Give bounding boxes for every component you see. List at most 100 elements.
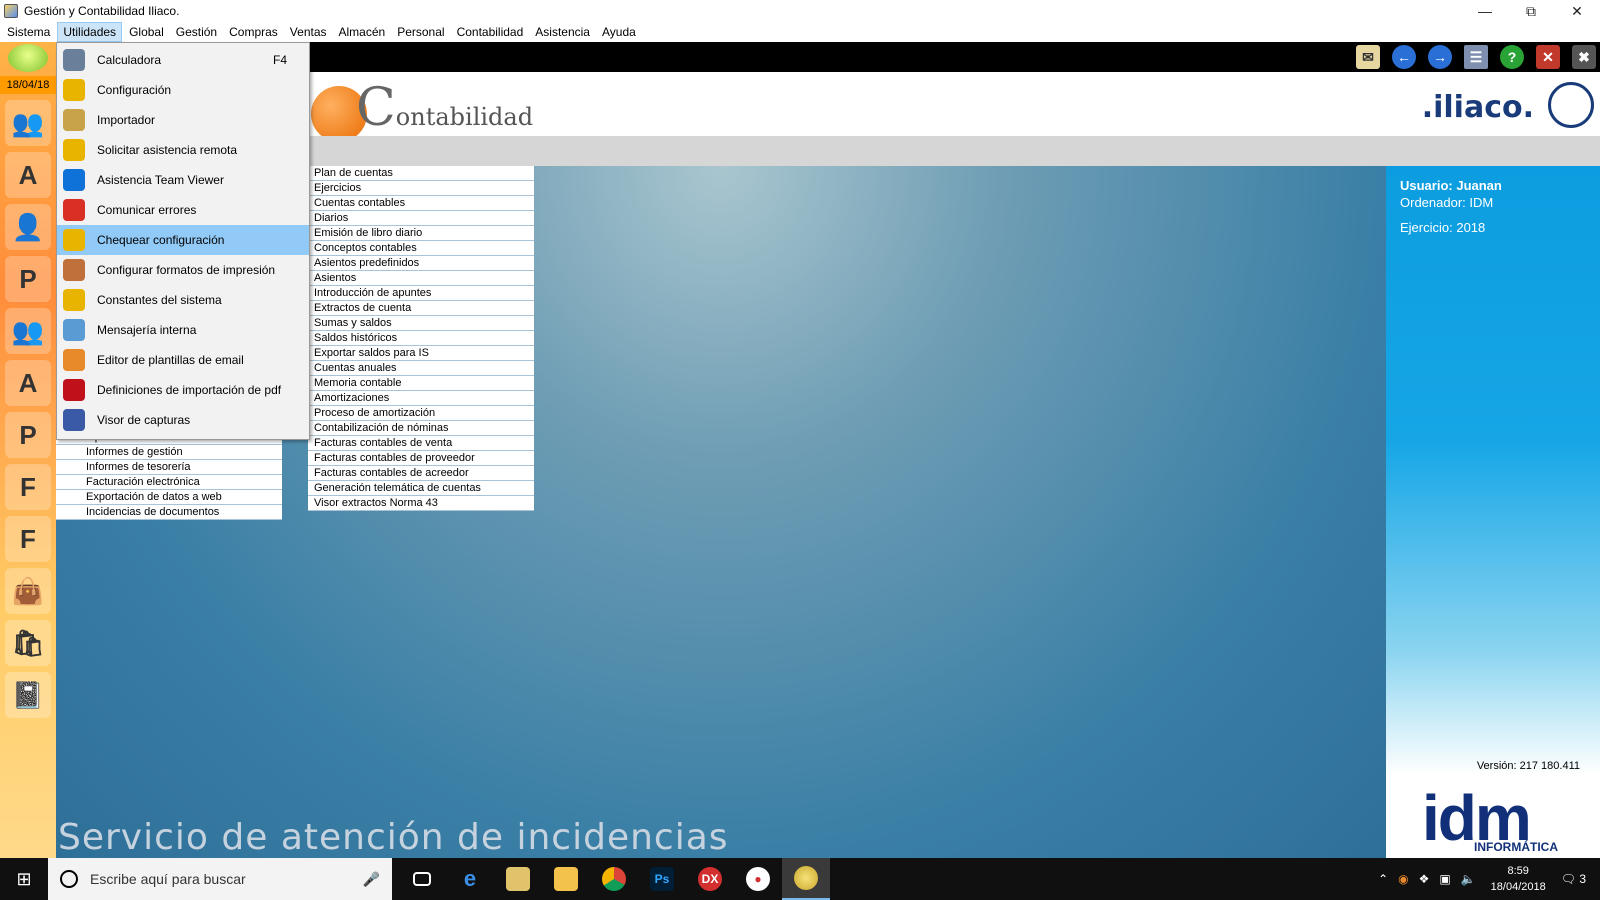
show-hidden-icon[interactable]: ⌃ (1378, 872, 1388, 886)
dropdown-item[interactable]: Mensajería interna (57, 315, 309, 345)
exit-icon[interactable]: ✖ (1572, 45, 1596, 69)
contacts-icon[interactable]: 👥 (5, 308, 51, 354)
dropdown-item[interactable]: Configurar formatos de impresión (57, 255, 309, 285)
taskbar-clock[interactable]: 8:59 18/04/2018 (1491, 863, 1546, 895)
iliaco-app-icon[interactable] (782, 858, 830, 900)
list-item[interactable]: Generación telemática de cuentas (308, 481, 534, 496)
list-item[interactable]: Proceso de amortización (308, 406, 534, 421)
list-item[interactable]: Facturas contables de venta (308, 436, 534, 451)
list-item[interactable]: Exportación de datos a web (56, 490, 282, 505)
list-item[interactable]: Ejercicios (308, 181, 534, 196)
list-item[interactable]: Facturación electrónica (56, 475, 282, 490)
dropdown-item[interactable]: Editor de plantillas de email (57, 345, 309, 375)
task-view-icon[interactable] (398, 858, 446, 900)
restore-button[interactable]: ⧉ (1508, 0, 1554, 22)
provider-icon[interactable]: P (5, 256, 51, 302)
list-item[interactable]: Cuentas anuales (308, 361, 534, 376)
list-item[interactable]: Memoria contable (308, 376, 534, 391)
invoice-icon[interactable]: F (5, 464, 51, 510)
menu-item-ayuda[interactable]: Ayuda (597, 23, 641, 41)
network-icon[interactable]: ▣ (1439, 872, 1450, 886)
list-item[interactable]: Informes de gestión (56, 445, 282, 460)
list-item[interactable]: Incidencias de documentos (56, 505, 282, 520)
edge-icon[interactable]: e (446, 858, 494, 900)
menu-item-utilidades[interactable]: Utilidades (57, 22, 123, 42)
list-item[interactable]: Facturas contables de acreedor (308, 466, 534, 481)
agent-icon[interactable]: A (5, 360, 51, 406)
articles-icon[interactable]: A (5, 152, 51, 198)
notifications-icon[interactable]: 🗨 3 (1561, 872, 1586, 886)
list-item[interactable]: Asientos (308, 271, 534, 286)
photoshop-icon[interactable]: Ps (638, 858, 686, 900)
notification-count: 3 (1579, 872, 1586, 886)
list-item[interactable]: Sumas y saldos (308, 316, 534, 331)
mail-icon (63, 319, 85, 341)
list-item[interactable]: Amortizaciones (308, 391, 534, 406)
notebook-icon[interactable]: 📓 (5, 672, 51, 718)
list-item[interactable]: Saldos históricos (308, 331, 534, 346)
record-app-icon[interactable]: ● (734, 858, 782, 900)
close-button[interactable]: ✕ (1554, 0, 1600, 22)
dropdown-item[interactable]: Calculadora F4 (57, 45, 309, 75)
forward-arrow-icon[interactable]: → (1428, 45, 1452, 69)
list-item[interactable]: Emisión de libro diario (308, 226, 534, 241)
list-item[interactable]: Conceptos contables (308, 241, 534, 256)
list-item[interactable]: Plan de cuentas (308, 166, 534, 181)
list-item[interactable]: Asientos predefinidos (308, 256, 534, 271)
dropdown-item[interactable]: Definiciones de importación de pdf (57, 375, 309, 405)
bag-icon[interactable]: 👜 (5, 568, 51, 614)
menu-item-gestion[interactable]: Gestión (171, 23, 222, 41)
menu-item-ventas[interactable]: Ventas (285, 23, 332, 41)
dropdown-item[interactable]: Constantes del sistema (57, 285, 309, 315)
menu-item-almacen[interactable]: Almacén (334, 23, 391, 41)
cortana-icon (60, 870, 78, 888)
list-item[interactable]: Informes de tesorería (56, 460, 282, 475)
mail-icon[interactable]: ✉ (1356, 45, 1380, 69)
dropdown-item[interactable]: Configuración (57, 75, 309, 105)
menu-item-asistencia[interactable]: Asistencia (530, 23, 595, 41)
list-item[interactable]: Introducción de apuntes (308, 286, 534, 301)
dropdown-item[interactable]: Asistencia Team Viewer (57, 165, 309, 195)
menu-list-icon[interactable]: ☰ (1464, 45, 1488, 69)
headset-icon[interactable]: ◉ (1398, 872, 1408, 886)
microphone-icon[interactable]: 🎤 (363, 871, 380, 888)
chrome-icon[interactable] (590, 858, 638, 900)
taskbar: ⊞ Escribe aquí para buscar 🎤 e Ps DX ● ⌃… (0, 858, 1600, 900)
menu-item-personal[interactable]: Personal (392, 23, 449, 41)
list-item[interactable]: Diarios (308, 211, 534, 226)
dropbox-icon[interactable]: ❖ (1419, 872, 1430, 886)
close-window-icon[interactable]: ✕ (1536, 45, 1560, 69)
menu-item-sistema[interactable]: Sistema (2, 23, 55, 41)
idm-logo-sub: INFORMÁTICA (1474, 840, 1558, 854)
list-item[interactable]: Visor extractos Norma 43 (308, 496, 534, 511)
home-orb-icon[interactable] (8, 44, 48, 72)
file-explorer-icon[interactable] (542, 858, 590, 900)
minimize-button[interactable]: — (1462, 0, 1508, 22)
menu-item-compras[interactable]: Compras (224, 23, 283, 41)
invoice-client-icon[interactable]: F (5, 516, 51, 562)
mail-app-icon[interactable] (494, 858, 542, 900)
list-item[interactable]: Facturas contables de proveedor (308, 451, 534, 466)
dx-icon[interactable]: DX (686, 858, 734, 900)
menu-item-global[interactable]: Global (124, 23, 169, 41)
shopping-bag-icon[interactable]: 🛍 (5, 620, 51, 666)
dropdown-item[interactable]: Visor de capturas (57, 405, 309, 435)
back-arrow-icon[interactable]: ← (1392, 45, 1416, 69)
dropdown-item[interactable]: Chequear configuración (57, 225, 309, 255)
list-item[interactable]: Cuentas contables (308, 196, 534, 211)
list-item[interactable]: Contabilización de nóminas (308, 421, 534, 436)
windows-start-icon[interactable]: ⊞ (0, 858, 48, 900)
constants-icon (63, 289, 85, 311)
dropdown-item[interactable]: Comunicar errores (57, 195, 309, 225)
taskbar-search[interactable]: Escribe aquí para buscar 🎤 (48, 858, 392, 900)
dropdown-item[interactable]: Solicitar asistencia remota (57, 135, 309, 165)
list-item[interactable]: Exportar saldos para IS (308, 346, 534, 361)
volume-icon[interactable]: 🔈 (1461, 872, 1476, 886)
order-icon[interactable]: P (5, 412, 51, 458)
dropdown-item[interactable]: Importador (57, 105, 309, 135)
client-icon[interactable]: 👤 (5, 204, 51, 250)
users-group-icon[interactable]: 👥 (5, 100, 51, 146)
help-icon[interactable]: ? (1500, 45, 1524, 69)
menu-item-contabilidad[interactable]: Contabilidad (452, 23, 529, 41)
list-item[interactable]: Extractos de cuenta (308, 301, 534, 316)
